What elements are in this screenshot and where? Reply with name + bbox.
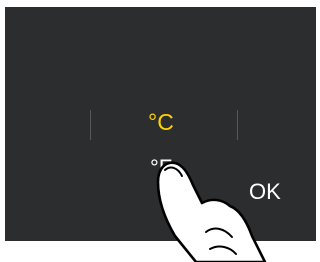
picker-divider-left <box>90 110 91 140</box>
picker-divider-right <box>237 110 238 140</box>
device-screen: °C °F OK <box>5 7 316 241</box>
unit-option-fahrenheit[interactable]: °F <box>150 155 172 181</box>
ok-button[interactable]: OK <box>249 179 281 205</box>
unit-option-celsius[interactable]: °C <box>148 109 174 136</box>
